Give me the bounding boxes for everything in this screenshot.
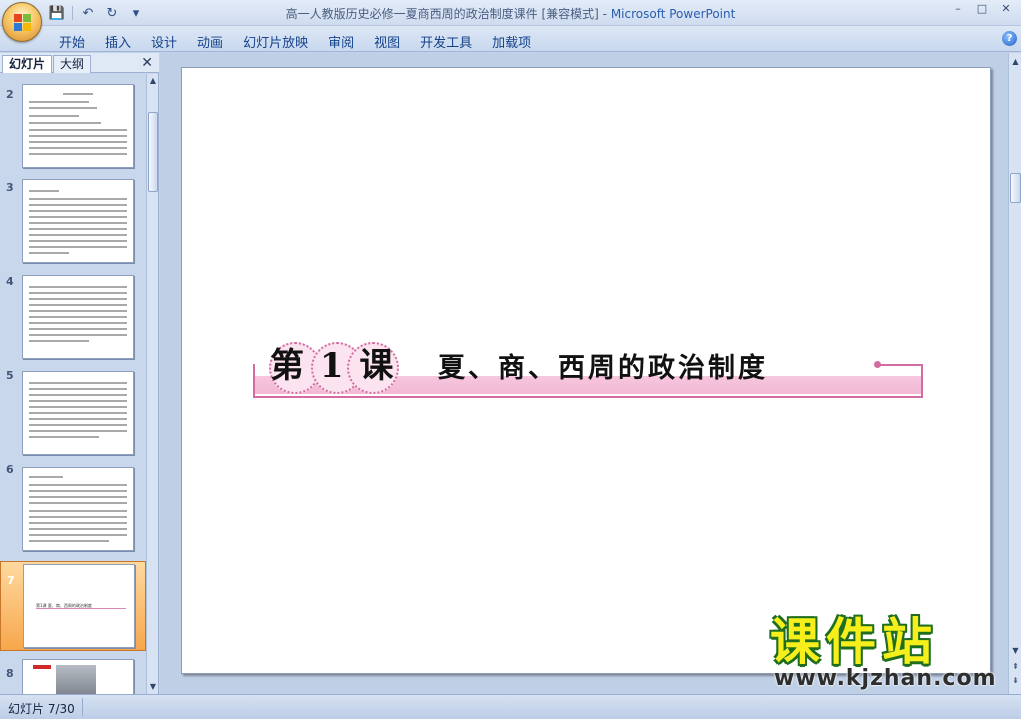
thumbnail-slide-2[interactable]: 2 — [0, 76, 146, 168]
office-logo-icon — [14, 14, 32, 32]
maximize-button[interactable]: □ — [971, 2, 993, 18]
tab-addins[interactable]: 加载项 — [482, 30, 541, 51]
status-bar: 幻灯片 7/30 — [0, 694, 1021, 719]
thumbnail-image — [22, 371, 134, 455]
powerpoint-window: 💾 ↶ ↻ ▾ 高一人教版历史必修一夏商西周的政治制度课件 [兼容模式] - M… — [0, 0, 1021, 719]
frame-underline — [253, 396, 923, 398]
thumbnail-slide-5[interactable]: 5 — [0, 357, 146, 455]
thumbnail-mini-title: 第1课 夏、商、西周的政治制度 — [36, 603, 126, 609]
tab-home[interactable]: 开始 — [49, 30, 95, 51]
scroll-down-icon[interactable]: ▼ — [148, 682, 158, 692]
office-button[interactable] — [2, 2, 42, 42]
slide-counter: 幻灯片 7/30 — [8, 702, 75, 716]
tab-outline[interactable]: 大纲 — [53, 55, 92, 73]
thumbnail-number: 2 — [6, 88, 14, 101]
frame-dot — [874, 361, 881, 368]
thumbnail-number: 5 — [6, 369, 14, 382]
thumbnail-list: 2 3 4 5 6 7 第1课 夏、商、西周的政治制度 8 — [0, 74, 146, 694]
close-window-button[interactable]: ✕ — [995, 2, 1017, 18]
document-title: 高一人教版历史必修一夏商西周的政治制度课件 [兼容模式] - — [285, 7, 611, 21]
thumbnail-scrollbar[interactable]: ▲ ▼ — [146, 74, 158, 694]
window-title: 高一人教版历史必修一夏商西周的政治制度课件 [兼容模式] - Microsoft… — [0, 5, 1021, 22]
next-slide-icon[interactable]: ⇟ — [1010, 675, 1021, 686]
thumbnail-image — [22, 467, 134, 551]
scrollbar-thumb[interactable] — [1010, 173, 1021, 203]
thumbnail-image — [22, 275, 134, 359]
lesson-title: 夏、商、西周的政治制度 — [438, 353, 768, 384]
lesson-number: 第 1 课 — [270, 346, 396, 386]
tab-view[interactable]: 视图 — [364, 30, 410, 51]
thumbnail-image — [22, 84, 134, 168]
ribbon-tabs: 开始 插入 设计 动画 幻灯片放映 审阅 视图 开发工具 加载项 — [49, 30, 541, 51]
tab-design[interactable]: 设计 — [141, 30, 187, 51]
thumbnail-number: 7 — [7, 574, 15, 587]
panel-tabs: 幻灯片 大纲 ✕ — [0, 53, 159, 73]
help-icon[interactable]: ? — [1002, 31, 1017, 46]
title-bar: 💾 ↶ ↻ ▾ 高一人教版历史必修一夏商西周的政治制度课件 [兼容模式] - M… — [0, 0, 1021, 42]
window-controls: – □ ✕ — [947, 2, 1017, 18]
tab-developer[interactable]: 开发工具 — [410, 30, 482, 51]
tab-review[interactable]: 审阅 — [318, 30, 364, 51]
thumbnail-number: 3 — [6, 181, 14, 194]
scroll-up-icon[interactable]: ▲ — [1010, 56, 1021, 67]
ribbon: 开始 插入 设计 动画 幻灯片放映 审阅 视图 开发工具 加载项 ? — [0, 26, 1021, 52]
tab-insert[interactable]: 插入 — [95, 30, 141, 51]
slides-panel: 幻灯片 大纲 ✕ 2 3 4 5 6 7 第1课 夏、商、西周的政治制度 8 ▲… — [0, 53, 159, 694]
thumbnail-slide-3[interactable]: 3 — [0, 169, 146, 263]
thumbnail-slide-4[interactable]: 4 — [0, 263, 146, 359]
thumbnail-slide-7[interactable]: 7 第1课 夏、商、西周的政治制度 — [0, 561, 146, 651]
current-slide[interactable]: 第 1 课 夏、商、西周的政治制度 — [181, 67, 991, 674]
slide-scrollbar[interactable]: ▲ ▼ ⇞ ⇟ — [1008, 53, 1021, 694]
slide-workspace: 第 1 课 夏、商、西周的政治制度 — [160, 53, 1008, 694]
thumbnail-number: 8 — [6, 667, 14, 680]
tab-slides[interactable]: 幻灯片 — [2, 55, 53, 73]
thumbnail-slide-8[interactable]: 8 — [0, 655, 146, 694]
minimize-button[interactable]: – — [947, 2, 969, 18]
scroll-up-icon[interactable]: ▲ — [148, 76, 158, 86]
thumbnail-image: 第1课 夏、商、西周的政治制度 — [23, 564, 135, 648]
thumbnail-slide-6[interactable]: 6 — [0, 451, 146, 551]
thumbnail-image — [22, 179, 134, 263]
thumbnail-number: 4 — [6, 275, 14, 288]
close-panel-icon[interactable]: ✕ — [141, 55, 153, 71]
app-name: Microsoft PowerPoint — [610, 7, 736, 21]
thumbnail-image — [22, 659, 134, 694]
tab-animations[interactable]: 动画 — [187, 30, 233, 51]
tab-slideshow[interactable]: 幻灯片放映 — [233, 30, 318, 51]
scrollbar-thumb[interactable] — [148, 112, 158, 192]
scroll-down-icon[interactable]: ▼ — [1010, 645, 1021, 656]
previous-slide-icon[interactable]: ⇞ — [1010, 661, 1021, 672]
thumbnail-number: 6 — [6, 463, 14, 476]
